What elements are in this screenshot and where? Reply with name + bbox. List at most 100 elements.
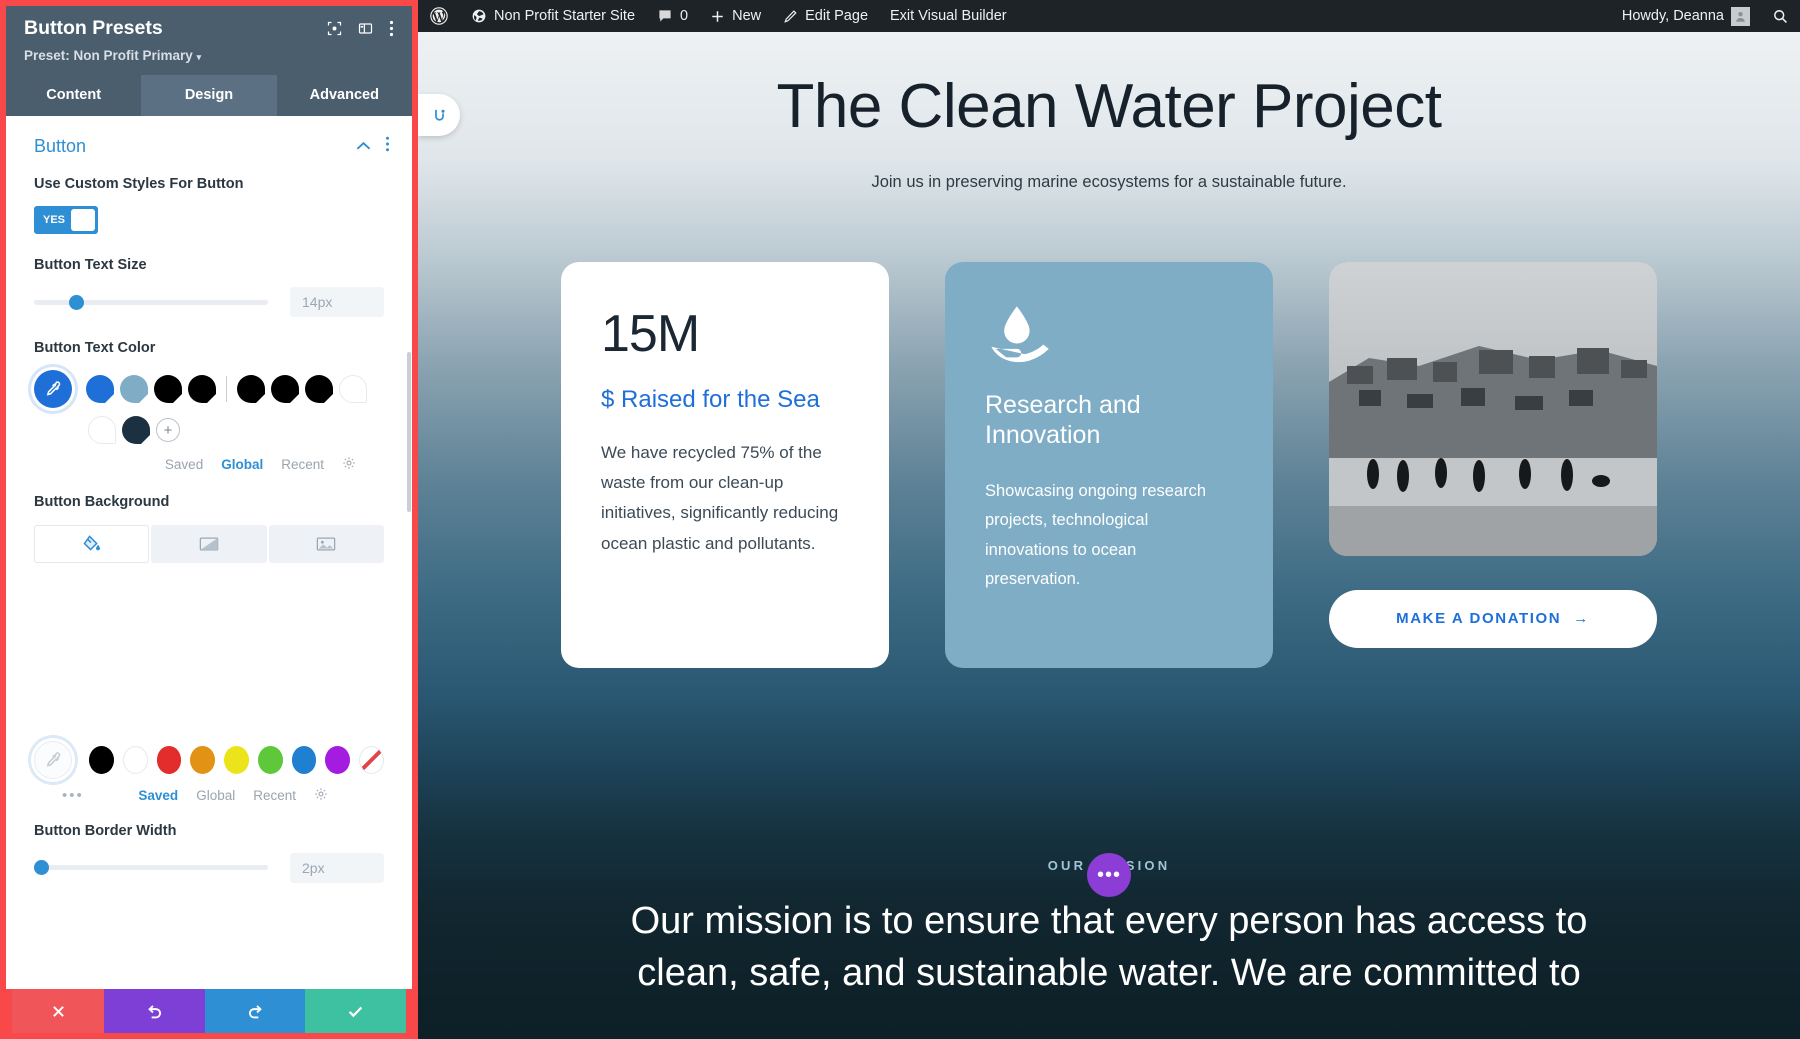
make-a-donation-button[interactable]: MAKE A DONATION → bbox=[1329, 589, 1657, 648]
comments-menu[interactable]: 0 bbox=[646, 0, 699, 32]
palette-purple[interactable] bbox=[325, 745, 350, 774]
palette-yellow[interactable] bbox=[224, 745, 249, 774]
floating-action-button[interactable]: ••• bbox=[1087, 853, 1131, 897]
background-color-palette: ••• Saved Global Recent bbox=[6, 563, 412, 804]
gear-icon[interactable] bbox=[342, 456, 356, 473]
gradient-icon[interactable] bbox=[151, 524, 267, 563]
field-button-text-size: Button Text Size 14px bbox=[6, 234, 412, 318]
pencil-icon bbox=[783, 9, 798, 24]
stat-card: 15M $ Raised for the Sea We have recycle… bbox=[561, 261, 889, 668]
exit-visual-builder-menu[interactable]: Exit Visual Builder bbox=[879, 0, 1018, 32]
chevron-up-icon[interactable] bbox=[356, 138, 371, 156]
wordpress-logo-icon bbox=[430, 7, 448, 25]
palette-blue[interactable] bbox=[291, 745, 317, 774]
swatch-white-1[interactable] bbox=[339, 375, 367, 404]
edit-page-label: Edit Page bbox=[805, 8, 869, 24]
user-avatar-icon bbox=[1731, 6, 1750, 26]
text-size-row: 14px bbox=[34, 287, 384, 318]
swatch-black-3[interactable] bbox=[237, 375, 265, 404]
swatch-steel-blue[interactable] bbox=[120, 375, 148, 404]
palette-orange[interactable] bbox=[190, 745, 216, 774]
swatch-blue[interactable] bbox=[86, 375, 114, 404]
search-menu[interactable] bbox=[1761, 0, 1800, 32]
layout-columns-icon[interactable] bbox=[358, 21, 373, 41]
image-icon[interactable] bbox=[268, 524, 384, 563]
bg-palette-tab-recent[interactable]: Recent bbox=[253, 788, 296, 803]
section-title: Button bbox=[34, 136, 87, 156]
cards-row: 15M $ Raised for the Sea We have recycle… bbox=[418, 261, 1800, 668]
slider-knob[interactable] bbox=[69, 294, 85, 310]
more-dots-icon[interactable]: ••• bbox=[50, 787, 84, 804]
more-vertical-icon[interactable] bbox=[385, 136, 390, 157]
eyedropper-icon[interactable] bbox=[34, 740, 72, 779]
modal-title: Button Presets bbox=[24, 17, 163, 39]
stat-number: 15M bbox=[601, 304, 700, 363]
tab-content[interactable]: Content bbox=[6, 75, 141, 116]
modal-tabs: Content Design Advanced bbox=[6, 75, 412, 116]
border-width-slider[interactable] bbox=[34, 860, 268, 876]
divi-side-tab[interactable] bbox=[418, 94, 460, 136]
comments-count: 0 bbox=[680, 8, 689, 24]
tab-advanced[interactable]: Advanced bbox=[277, 75, 412, 116]
save-button[interactable] bbox=[305, 989, 407, 1033]
border-width-input[interactable]: 2px bbox=[290, 852, 384, 883]
palette-black[interactable] bbox=[89, 745, 114, 774]
undo-arrow-icon bbox=[148, 1004, 161, 1018]
swatch-dark-navy[interactable] bbox=[122, 416, 150, 445]
wp-admin-bar: Non Profit Starter Site 0 New Edit Page … bbox=[418, 0, 1800, 32]
edit-page-menu[interactable]: Edit Page bbox=[772, 0, 879, 32]
palette-tab-saved[interactable]: Saved bbox=[165, 457, 203, 472]
field-button-text-color: Button Text Color + Saved Global Recent bbox=[6, 317, 412, 473]
stat-label: $ Raised for the Sea bbox=[601, 385, 820, 413]
text-size-slider[interactable] bbox=[34, 294, 268, 310]
mission-text: Our mission is to ensure that every pers… bbox=[630, 899, 1588, 995]
button-section-header[interactable]: Button bbox=[6, 116, 412, 167]
background-type-tabs bbox=[34, 524, 384, 563]
text-size-input[interactable]: 14px bbox=[290, 287, 384, 318]
undo-button[interactable] bbox=[104, 989, 205, 1033]
section-icons bbox=[356, 136, 390, 157]
research-body: Showcasing ongoing research projects, te… bbox=[985, 481, 1207, 589]
swatch-black-5[interactable] bbox=[305, 375, 333, 404]
palette-tab-global[interactable]: Global bbox=[221, 457, 263, 472]
panel-scrollbar[interactable] bbox=[407, 352, 411, 512]
palette-tab-recent[interactable]: Recent bbox=[281, 457, 324, 472]
design-panel: Button Use Custom Styles For Button YES … bbox=[6, 116, 412, 989]
swatch-black-1[interactable] bbox=[154, 375, 182, 404]
custom-styles-toggle[interactable]: YES bbox=[34, 206, 98, 235]
toggle-knob bbox=[71, 209, 95, 232]
slider-knob[interactable] bbox=[34, 860, 49, 876]
my-account-menu[interactable]: Howdy, Deanna bbox=[1611, 0, 1761, 32]
palette-green[interactable] bbox=[257, 745, 283, 774]
more-dots-icon: ••• bbox=[1096, 863, 1121, 886]
search-icon bbox=[1772, 8, 1789, 25]
palette-red[interactable] bbox=[156, 745, 182, 774]
palette-white[interactable] bbox=[122, 745, 148, 774]
site-name-menu[interactable]: Non Profit Starter Site bbox=[460, 0, 646, 32]
wp-logo-menu[interactable] bbox=[418, 0, 460, 32]
swatch-black-4[interactable] bbox=[271, 375, 299, 404]
text-color-label: Button Text Color bbox=[34, 340, 156, 357]
tab-design[interactable]: Design bbox=[141, 75, 277, 116]
bg-palette-tab-saved[interactable]: Saved bbox=[138, 788, 178, 803]
bg-palette-tab-global[interactable]: Global bbox=[196, 788, 235, 803]
background-palette-tabs-row: ••• Saved Global Recent bbox=[34, 779, 384, 804]
redo-button[interactable] bbox=[204, 989, 306, 1033]
palette-transparent[interactable] bbox=[358, 745, 384, 774]
research-card: Research and Innovation Showcasing ongoi… bbox=[945, 261, 1273, 668]
more-vertical-icon[interactable] bbox=[389, 20, 394, 42]
paint-bucket-icon[interactable] bbox=[34, 524, 150, 563]
swatch-white-2[interactable] bbox=[88, 416, 116, 445]
new-content-menu[interactable]: New bbox=[699, 0, 772, 32]
swatch-black-2[interactable] bbox=[188, 375, 216, 404]
fullscreen-icon[interactable] bbox=[327, 21, 342, 41]
add-swatch-button[interactable]: + bbox=[156, 418, 180, 443]
eyedropper-icon[interactable] bbox=[34, 370, 72, 409]
checkmark-icon bbox=[348, 1006, 363, 1017]
modal-footer-bar bbox=[12, 989, 407, 1033]
toggle-value: YES bbox=[43, 214, 66, 227]
gear-icon[interactable] bbox=[314, 787, 328, 804]
modal-inner: Button Presets Preset: Non Profit Primar… bbox=[6, 6, 412, 989]
cancel-button[interactable] bbox=[12, 989, 104, 1033]
preset-selector[interactable]: Preset: Non Profit Primary ▾ bbox=[24, 48, 394, 63]
